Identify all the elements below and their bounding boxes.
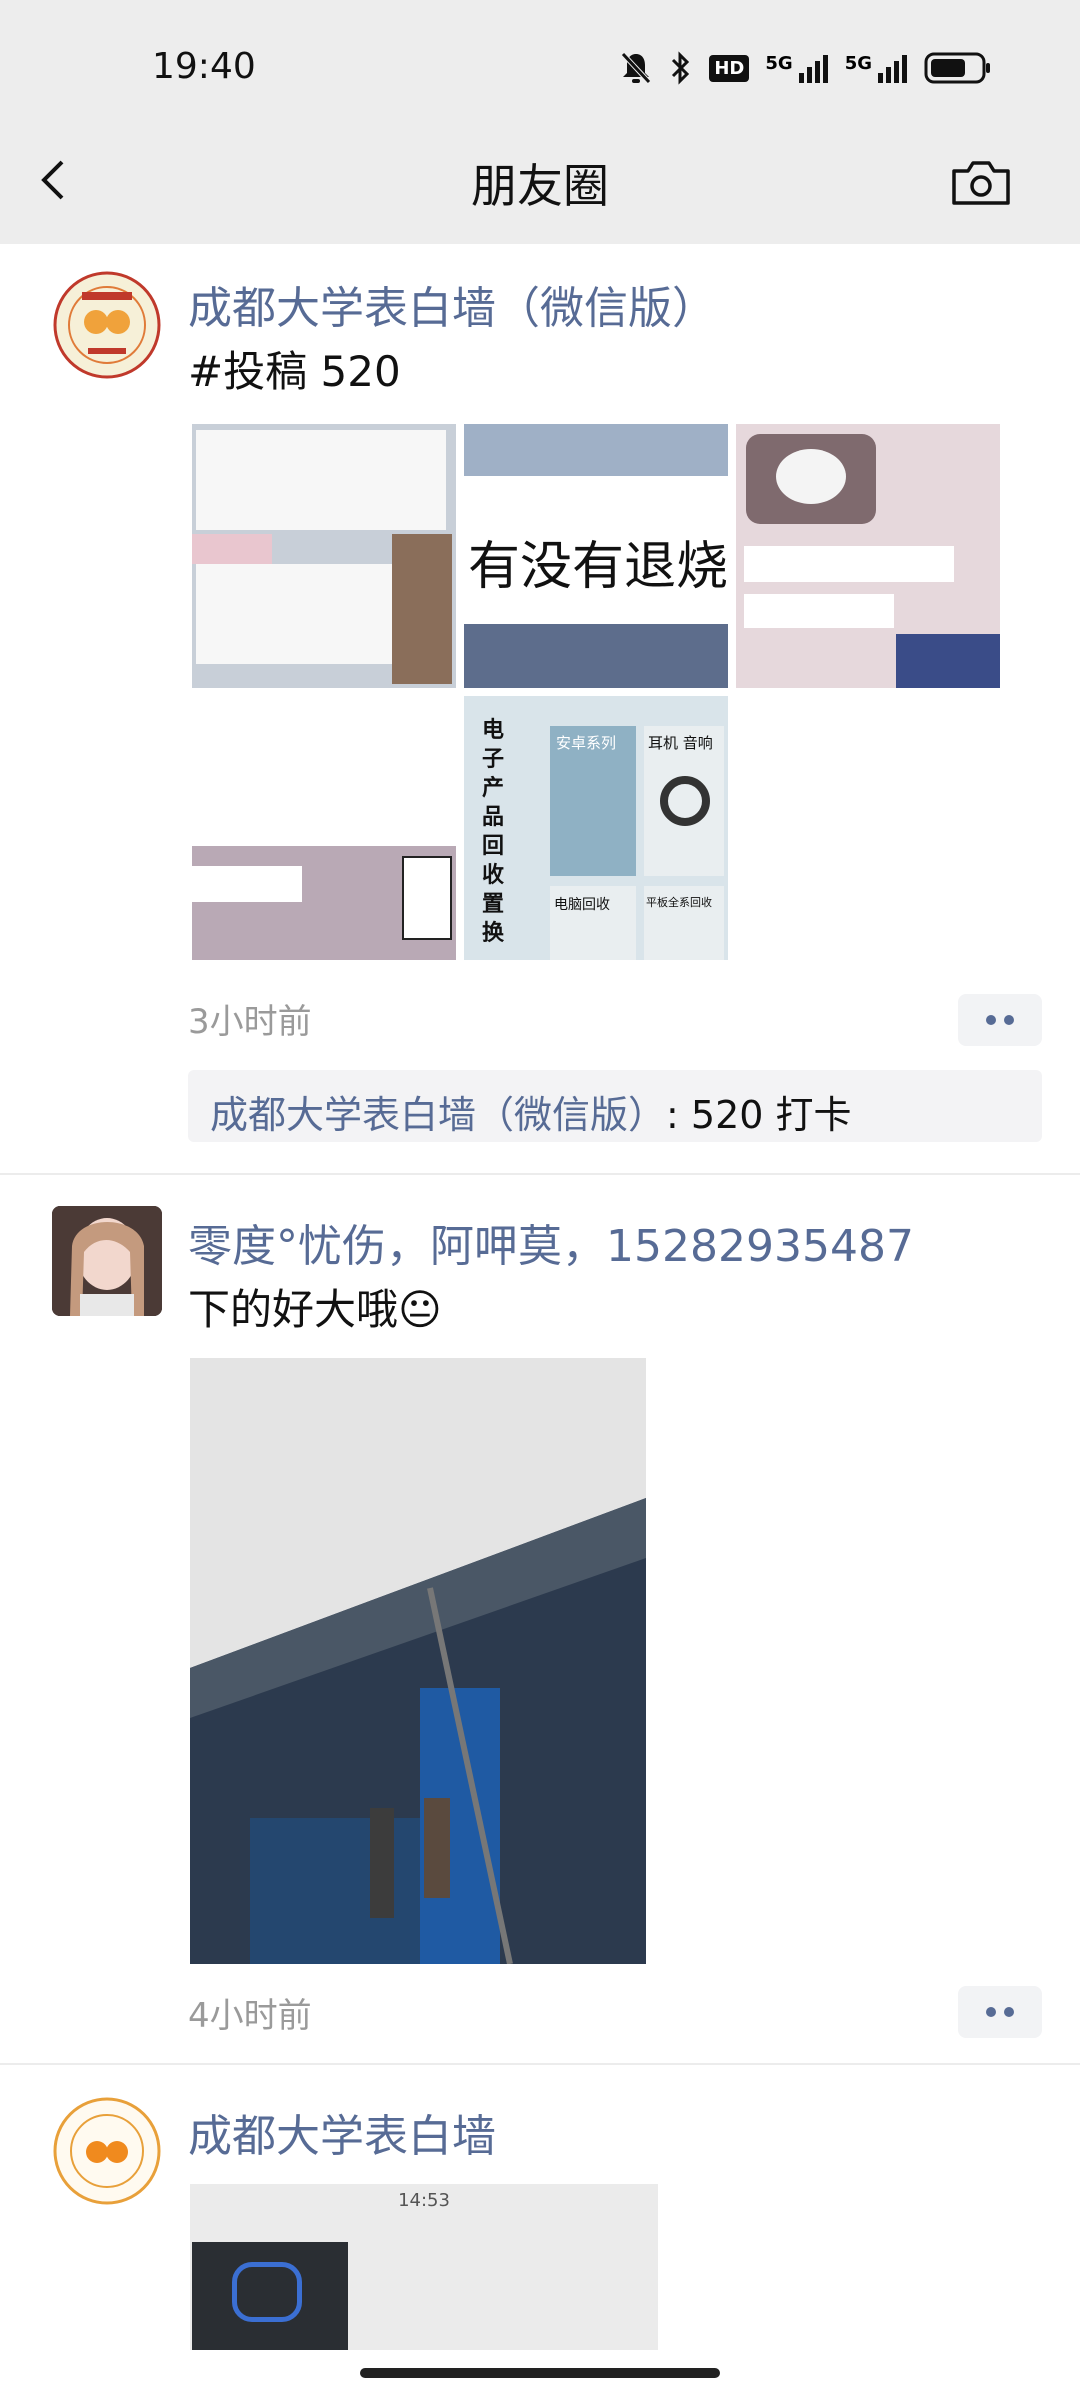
post-time: 3小时前 <box>188 1002 312 1042</box>
bluetooth-icon <box>672 51 690 85</box>
comment-item[interactable]: 成都大学表白墙（微信版）: 520 打卡 <box>210 1084 852 1139</box>
signal-bars-icon <box>798 55 828 83</box>
status-time: 19:40 <box>152 46 256 87</box>
user-photo-avatar <box>52 1206 162 1316</box>
post-image-3[interactable] <box>736 424 1000 688</box>
page-title: 朋友圈 <box>471 159 609 213</box>
post-photo[interactable]: 14:53 <box>190 2184 658 2350</box>
comment-content: 520 打卡 <box>678 1093 852 1137</box>
university-logo-avatar <box>53 271 161 379</box>
network-type-1: 5G <box>765 53 793 74</box>
comment-separator: : <box>666 1093 679 1137</box>
post-image-5[interactable]: 电 子 产 品 回 收 置 换 安卓系列 耳机 音响 电脑回收 平板全系回收 <box>464 696 728 960</box>
battery-icon <box>924 52 990 84</box>
more-options-button[interactable] <box>958 1986 1042 2038</box>
image-5-label-3: 电脑回收 <box>554 897 610 913</box>
top-bar: 19:40 HD 5G 5G 朋友圈 <box>0 0 1080 244</box>
camera-button[interactable] <box>926 150 1036 214</box>
neutral-face-emoji: 😐 <box>398 1285 442 1334</box>
avatar[interactable] <box>52 270 162 380</box>
moment-post-1: 成都大学表白墙（微信版） #投稿 520 有没有退烧 电 子 产 品 回 收 置… <box>0 244 1080 1172</box>
post-photo[interactable] <box>190 1358 646 1964</box>
image-5-label-2: 耳机 音响 <box>648 734 713 752</box>
image-5-vertical-text: 电 子 产 品 回 收 置 换 <box>482 718 505 946</box>
dot-icon <box>1004 1015 1014 1025</box>
post-divider <box>0 2063 1080 2065</box>
post-time: 4小时前 <box>188 1996 312 2036</box>
screenshot-time: 14:53 <box>398 2190 450 2211</box>
post-image-2[interactable]: 有没有退烧 <box>464 424 728 688</box>
post-image-1[interactable] <box>192 424 456 688</box>
camera-icon <box>952 161 1010 205</box>
avatar[interactable] <box>52 2096 162 2206</box>
moment-post-3: 成都大学表白墙 14:53 <box>0 2066 1080 2400</box>
dot-icon <box>986 2007 996 2017</box>
image-5-label-1: 安卓系列 <box>556 734 617 752</box>
hd-badge: HD <box>709 54 750 82</box>
signal-2: 5G <box>845 53 908 83</box>
chengdu-university-logo <box>53 2097 161 2205</box>
post-image-4[interactable] <box>192 696 456 960</box>
post-author[interactable]: 成都大学表白墙 <box>188 2100 496 2164</box>
home-indicator[interactable] <box>360 2368 720 2378</box>
moment-post-2: 零度°忧伤，阿呷莫，15282935487 下的好大哦😐 4小时前 <box>0 1176 1080 2060</box>
post-divider <box>0 1173 1080 1175</box>
avatar[interactable] <box>52 1206 162 1316</box>
more-options-button[interactable] <box>958 994 1042 1046</box>
post-text: 下的好大哦😐 <box>188 1276 442 1337</box>
mute-bell-icon <box>621 52 652 84</box>
comment-author[interactable]: 成都大学表白墙（微信版） <box>210 1093 666 1137</box>
post-text: #投稿 520 <box>188 347 401 396</box>
status-icons: HD 5G 5G <box>619 48 992 88</box>
post-author[interactable]: 零度°忧伤，阿呷莫，15282935487 <box>188 1210 914 1274</box>
dot-icon <box>986 1015 996 1025</box>
signal-1: 5G <box>765 53 828 83</box>
post-text-content: 下的好大哦 <box>188 1285 399 1334</box>
image-2-text: 有没有退烧 <box>468 537 728 597</box>
signal-bars-icon <box>878 55 907 83</box>
hd-label: HD <box>714 57 745 79</box>
snowy-building-photo <box>190 1358 646 1964</box>
dot-icon <box>1004 2007 1014 2017</box>
comments-box: 成都大学表白墙（微信版）: 520 打卡 <box>188 1070 1042 1142</box>
image-5-label-4: 平板全系回收 <box>646 896 712 909</box>
network-type-2: 5G <box>844 53 872 74</box>
post-author[interactable]: 成都大学表白墙（微信版） <box>188 272 716 336</box>
